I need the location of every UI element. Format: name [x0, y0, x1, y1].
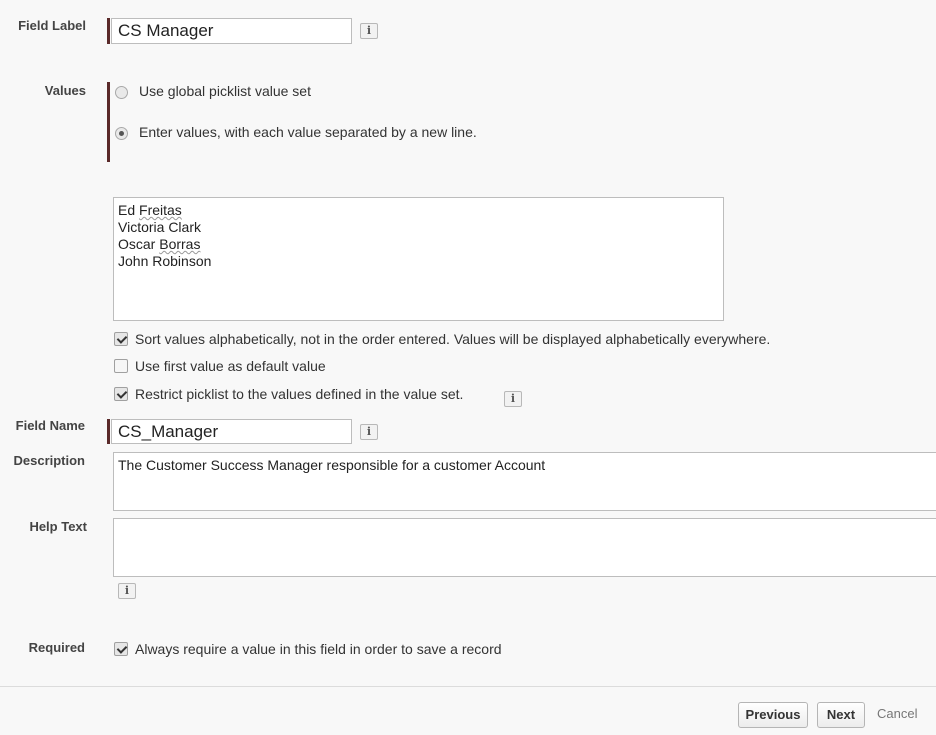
enter-values-radio[interactable]	[115, 127, 128, 140]
sort-alphabetically-label: Sort values alphabetically, not in the o…	[135, 331, 771, 347]
first-value-default-checkbox[interactable]	[114, 359, 128, 373]
description-text: The Customer Success Manager responsible…	[118, 457, 546, 473]
field-label-label: Field Label	[18, 18, 86, 33]
values-label: Values	[44, 83, 86, 98]
cancel-button[interactable]: Cancel	[877, 702, 917, 726]
field-name-label: Field Name	[15, 418, 85, 433]
field-name-required-indicator	[107, 419, 110, 444]
field-name-info-icon[interactable]: i	[360, 424, 378, 440]
help-text-info-icon[interactable]: i	[118, 583, 136, 599]
value-entry-surname: Freitas	[139, 202, 182, 218]
footer-divider	[0, 686, 936, 687]
enter-values-radio-label: Enter values, with each value separated …	[139, 124, 477, 140]
sort-alphabetically-checkbox[interactable]	[114, 332, 128, 346]
value-entry: Ed Freitas	[118, 202, 182, 219]
required-label: Required	[28, 640, 85, 655]
previous-button[interactable]: Previous	[738, 702, 808, 728]
value-entry-first: Ed	[118, 202, 140, 218]
global-picklist-radio[interactable]	[115, 86, 128, 99]
description-label: Description	[13, 453, 85, 468]
value-entry: Victoria Clark	[118, 219, 201, 235]
restrict-picklist-info-icon[interactable]: i	[504, 391, 522, 407]
required-indicator	[107, 18, 110, 44]
description-textarea[interactable]: The Customer Success Manager responsible…	[113, 452, 936, 511]
values-textarea[interactable]: Ed Freitas Victoria Clark Oscar Borras J…	[113, 197, 724, 321]
global-picklist-radio-label: Use global picklist value set	[139, 83, 311, 99]
field-label-input[interactable]: CS Manager	[111, 18, 352, 44]
value-entry-first: Oscar	[118, 236, 160, 252]
field-label-info-icon[interactable]: i	[360, 23, 378, 39]
required-checkbox-label: Always require a value in this field in …	[135, 641, 502, 657]
value-entry-surname: Borras	[159, 236, 201, 252]
next-button[interactable]: Next	[817, 702, 865, 728]
help-text-textarea[interactable]	[113, 518, 936, 577]
restrict-picklist-label: Restrict picklist to the values defined …	[135, 386, 464, 402]
values-required-indicator	[107, 82, 110, 162]
value-entry: Oscar Borras	[118, 236, 200, 253]
restrict-picklist-checkbox[interactable]	[114, 387, 128, 401]
field-name-input[interactable]: CS_Manager	[111, 419, 352, 444]
required-checkbox[interactable]	[114, 642, 128, 656]
first-value-default-label: Use first value as default value	[135, 358, 326, 374]
value-entry: John Robinson	[118, 253, 212, 269]
help-text-label: Help Text	[29, 519, 87, 534]
